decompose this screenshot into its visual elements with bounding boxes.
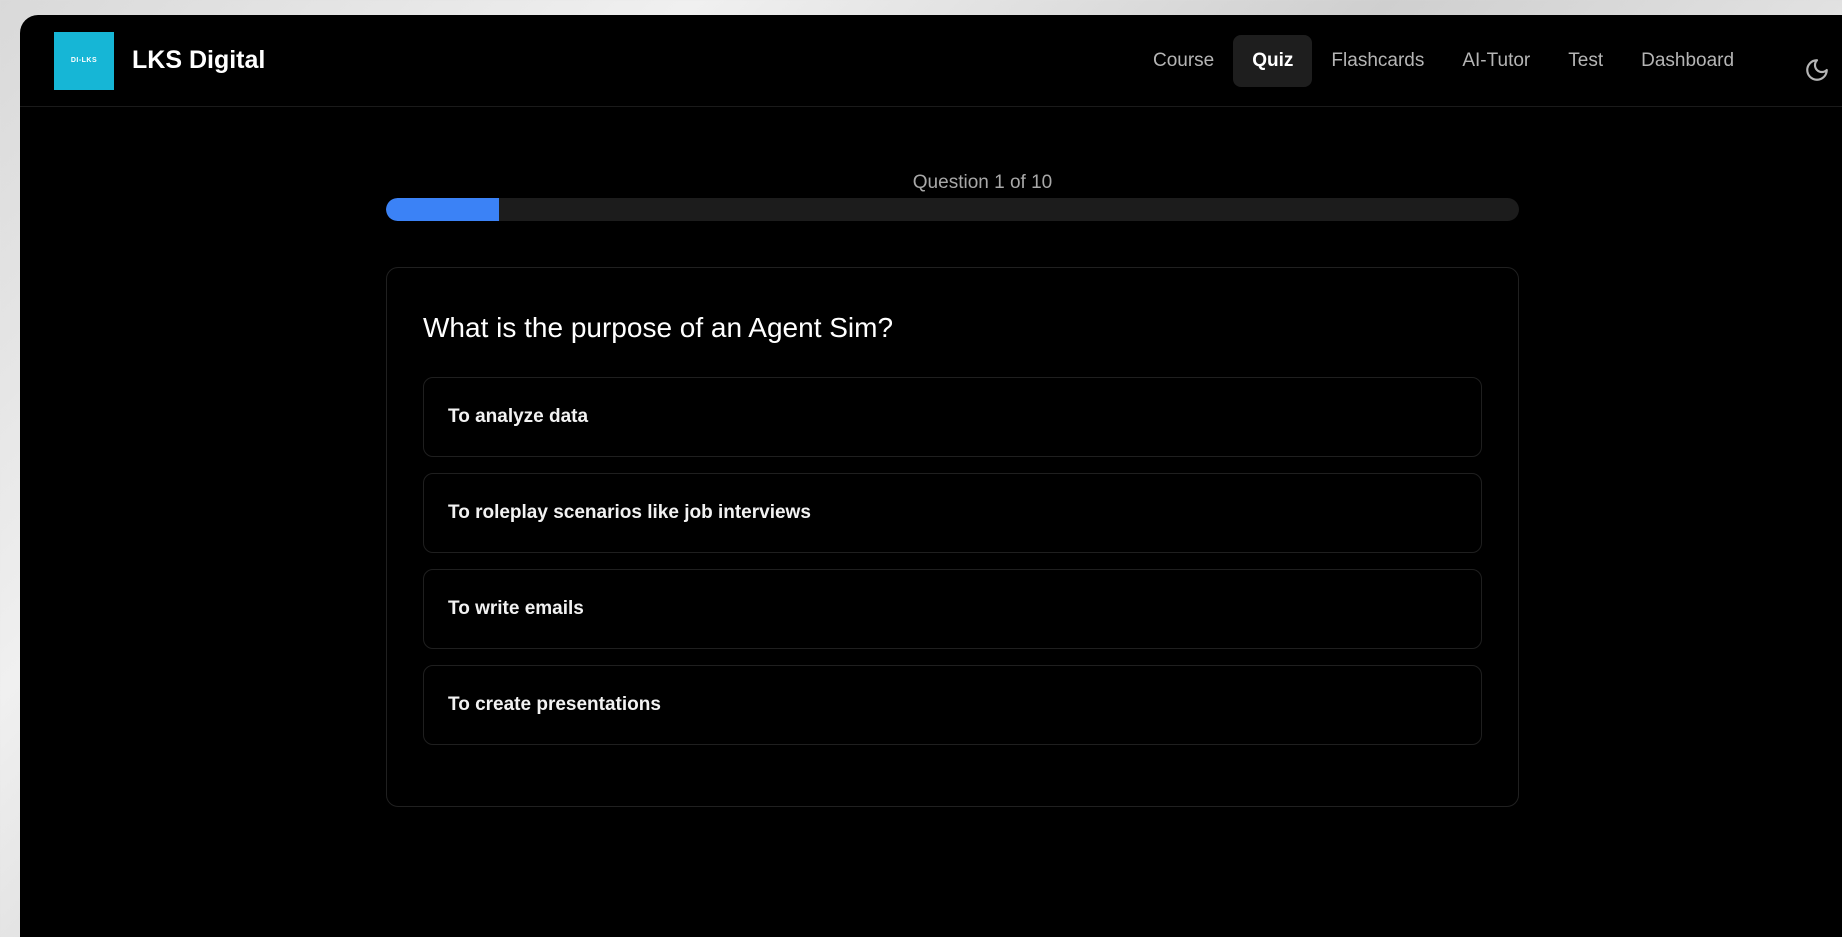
answer-option[interactable]: To roleplay scenarios like job interview… [423, 473, 1482, 553]
moon-icon[interactable] [1804, 57, 1830, 83]
progress-fill [386, 198, 500, 221]
progress-bar [386, 198, 1519, 221]
app-window: DI-LKS LKS Digital Course Quiz Flashcard… [20, 15, 1842, 937]
nav-item-quiz[interactable]: Quiz [1233, 35, 1313, 87]
logo-text: DI-LKS [70, 57, 98, 64]
top-navbar: DI-LKS LKS Digital Course Quiz Flashcard… [20, 15, 1842, 107]
answer-option[interactable]: To write emails [423, 569, 1482, 649]
progress-track [386, 198, 1519, 221]
nav-item-dashboard[interactable]: Dashboard [1622, 35, 1753, 87]
brand-name[interactable]: LKS Digital [132, 46, 265, 75]
nav-item-flashcards[interactable]: Flashcards [1312, 35, 1443, 87]
question-text: What is the purpose of an Agent Sim? [423, 312, 894, 343]
nav-item-test[interactable]: Test [1549, 35, 1622, 87]
answer-option[interactable]: To create presentations [423, 665, 1482, 745]
answer-option[interactable]: To analyze data [423, 377, 1482, 457]
question-card: What is the purpose of an Agent Sim? To … [386, 267, 1519, 807]
nav-item-course[interactable]: Course [1134, 35, 1233, 87]
progress-label: Question 1 of 10 [912, 172, 1053, 193]
logo[interactable]: DI-LKS [54, 31, 114, 90]
nav-item-ai-tutor[interactable]: AI-Tutor [1443, 35, 1549, 87]
main-nav: Course Quiz Flashcards AI-Tutor Test Das… [1134, 35, 1753, 87]
